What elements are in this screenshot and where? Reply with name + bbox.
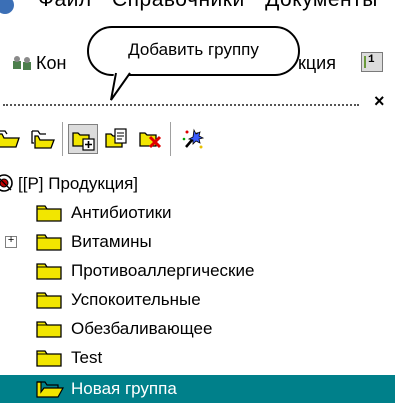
refresh-button[interactable] — [178, 124, 208, 154]
delete-group-icon — [139, 132, 162, 149]
tooltip: Добавить группу — [87, 26, 300, 76]
calendar-icon[interactable]: 1 — [361, 52, 383, 72]
calendar-label: 1 — [368, 54, 375, 66]
tree-item-label: Успокоительные — [71, 290, 201, 309]
tree-item[interactable]: Антибиотики — [0, 199, 395, 227]
open-folder-button[interactable] — [0, 124, 24, 154]
add-group-icon — [72, 132, 95, 151]
magic-wand-icon — [182, 128, 205, 149]
folder-icon — [36, 321, 62, 338]
folder-icon — [36, 205, 62, 222]
tree-root-label: [[P] Продукция] — [18, 174, 139, 193]
counterparties-button[interactable]: Кон — [36, 53, 66, 74]
folder-icon — [36, 263, 62, 280]
edit-group-icon — [105, 128, 127, 148]
tree-item[interactable]: Test — [0, 344, 395, 372]
subfolder-icon — [31, 130, 55, 149]
folder-icon — [36, 350, 62, 367]
tree-item-label: Витамины — [71, 232, 152, 251]
database-icon — [0, 174, 13, 192]
open-folder-icon — [36, 381, 64, 398]
products-button[interactable]: кция — [298, 53, 336, 74]
delete-group-button[interactable] — [136, 124, 166, 154]
tree-item-label: Противоаллергические — [71, 261, 255, 280]
app-icon — [0, 0, 14, 14]
tree-item[interactable]: + Витамины — [0, 228, 395, 256]
tree-item[interactable]: Обезбаливающее — [0, 315, 395, 343]
tree-item-label: Обезбаливающее — [71, 319, 213, 338]
panel-header: × — [0, 91, 395, 114]
tooltip-tail — [110, 72, 131, 101]
open-subfolder-button[interactable] — [28, 124, 58, 154]
toolbar-separator — [62, 122, 66, 156]
tree-item-label: Новая группа — [67, 376, 181, 402]
counterparties-icon[interactable] — [12, 55, 34, 71]
tree-toolbar — [0, 118, 395, 160]
menu-item-file[interactable]: Файл — [38, 0, 92, 11]
menu-item-directories[interactable]: Справочники — [112, 0, 245, 11]
tree-item-label: Антибиотики — [71, 203, 172, 222]
menu-item-documents[interactable]: Документы — [265, 0, 378, 11]
tree-item-label: Test — [71, 348, 103, 367]
tree-item[interactable]: Успокоительные — [0, 286, 395, 314]
tree-root[interactable]: [[P] Продукция] — [0, 170, 395, 198]
folder-icon — [36, 234, 62, 251]
tooltip-text: Добавить группу — [128, 40, 259, 59]
open-folder-icon — [0, 130, 20, 148]
close-icon[interactable]: × — [374, 91, 385, 112]
toolbar-separator — [170, 122, 174, 156]
tree-item-selected[interactable]: Новая группа — [0, 375, 395, 403]
tree-item[interactable]: Противоаллергические — [0, 257, 395, 285]
folder-icon — [36, 292, 62, 309]
menu-items: Файл Справочники Документы — [38, 0, 392, 12]
panel-grip[interactable] — [3, 104, 359, 106]
edit-group-button[interactable] — [102, 124, 132, 154]
add-group-button[interactable] — [68, 124, 98, 154]
expand-icon[interactable]: + — [5, 236, 17, 248]
